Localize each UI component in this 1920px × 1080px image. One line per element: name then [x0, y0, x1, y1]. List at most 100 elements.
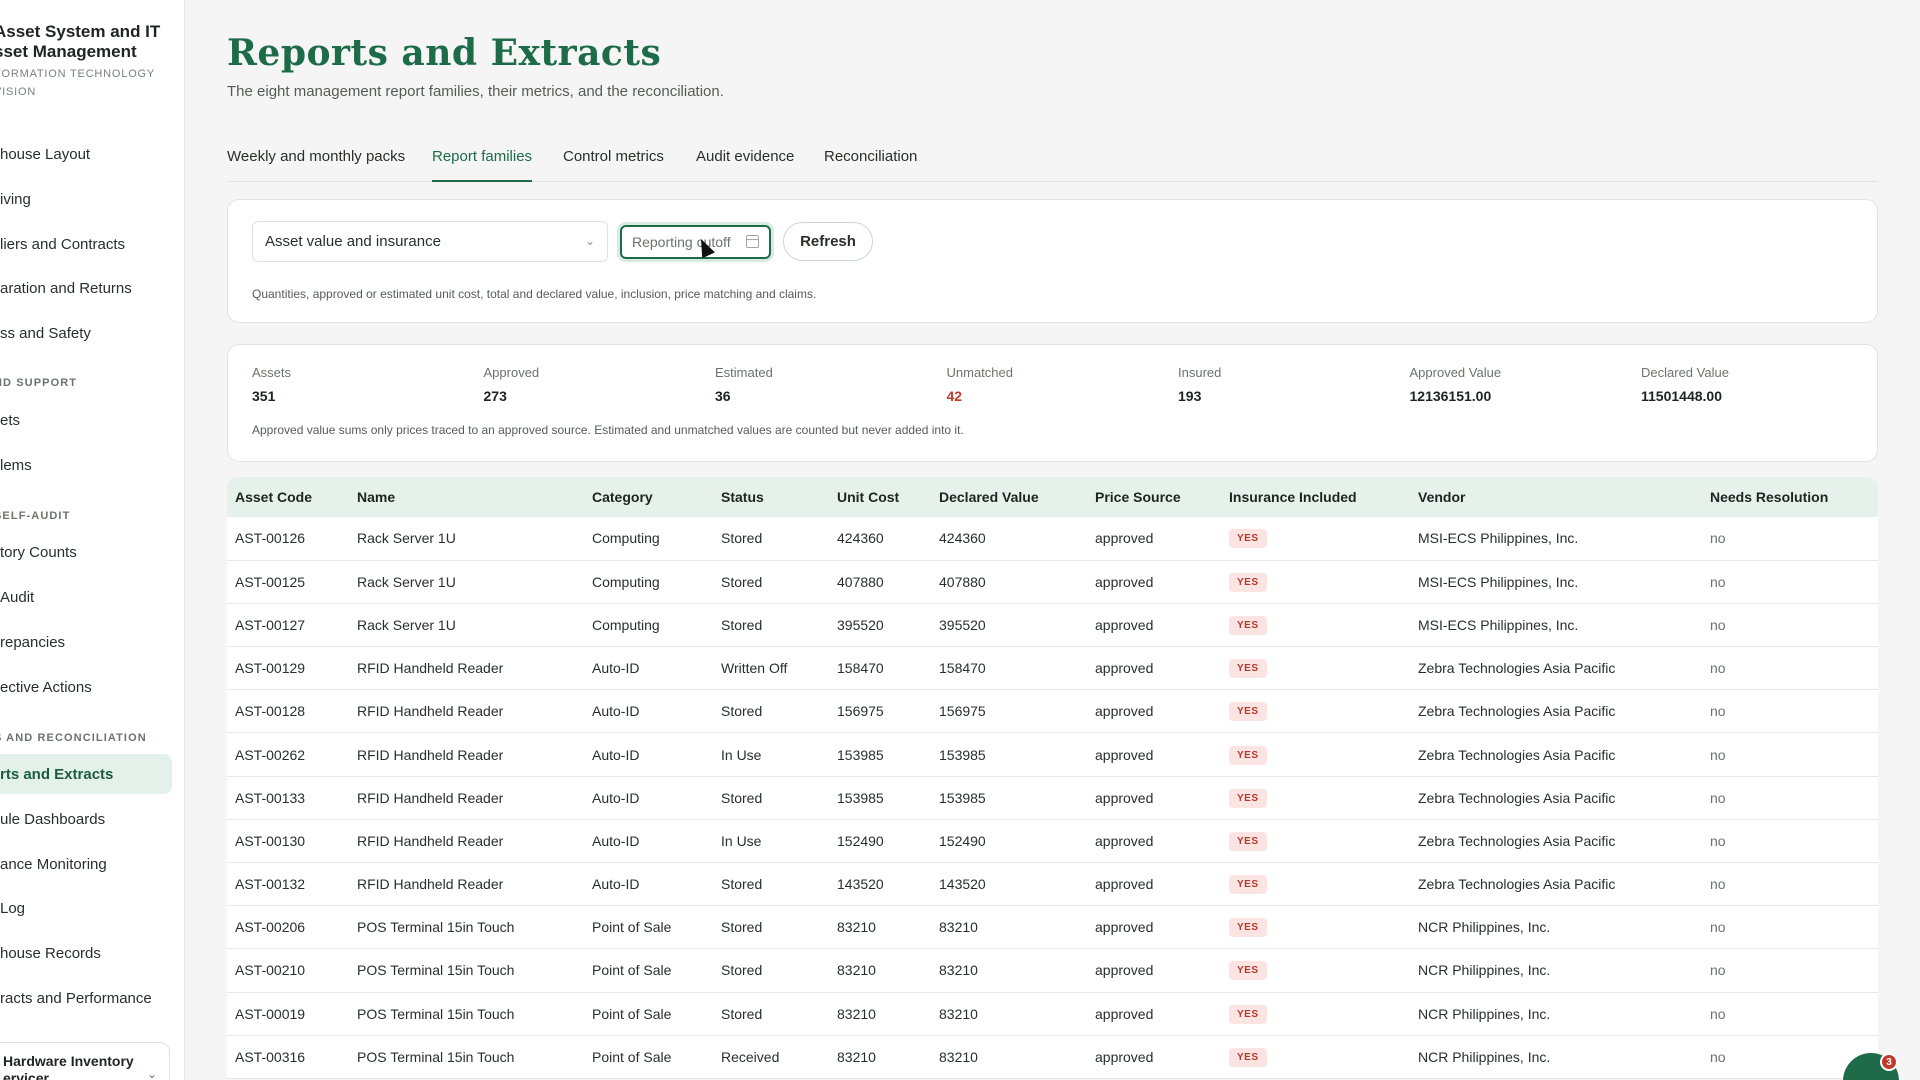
column-header[interactable]: Name: [349, 477, 584, 517]
table-cell: 152490: [837, 832, 884, 849]
table-cell: AST-00127: [235, 616, 306, 633]
metric-label: Assets: [252, 365, 292, 380]
table-cell: YES: [1221, 819, 1410, 862]
calendar-icon[interactable]: [746, 235, 759, 248]
metrics-card: Approved value sums only prices traced t…: [227, 344, 1878, 462]
table-cell: 83210: [939, 962, 978, 979]
report-family-description: Quantities, approved or estimated unit c…: [252, 287, 817, 301]
table-cell: 143520: [837, 876, 884, 893]
sidebar-item[interactable]: racts and Performance: [0, 978, 172, 1018]
sidebar-item[interactable]: ets: [0, 400, 172, 440]
chevron-down-icon: ⌄: [584, 234, 595, 248]
table-row[interactable]: AST-00127 Rack Server 1U Computing Stored 39…: [227, 603, 1878, 647]
column-header[interactable]: Insurance Included: [1221, 477, 1410, 517]
table-cell: AST-00125: [235, 573, 306, 590]
insurance-badge: YES: [1229, 875, 1267, 895]
table-cell: Stored: [721, 789, 763, 806]
table-cell: YES: [1221, 647, 1410, 690]
table-cell: Zebra Technologies Asia Pacific: [1418, 746, 1616, 763]
brand-subtitle-line2: VISION: [0, 86, 37, 98]
table-cell: Point of Sale: [592, 919, 672, 936]
table-cell: 83210: [939, 919, 978, 936]
tab-audit-evidence[interactable]: Audit evidence: [696, 148, 794, 182]
sidebar-item[interactable]: lems: [0, 445, 172, 485]
table-cell: YES: [1221, 863, 1410, 906]
insurance-badge: YES: [1229, 918, 1267, 938]
table-cell: 156975: [939, 703, 986, 720]
table-cell: Received: [721, 1048, 780, 1065]
column-header[interactable]: Vendor: [1410, 477, 1702, 517]
sidebar-item-label: aration and Returns: [0, 279, 132, 297]
sidebar-item[interactable]: repancies: [0, 622, 172, 662]
sidebar-item[interactable]: ss and Safety: [0, 313, 172, 353]
table-row[interactable]: AST-00132 RFID Handheld Reader Auto-ID Stor…: [227, 863, 1878, 906]
page-subtitle: The eight management report families, th…: [227, 83, 724, 100]
sidebar-item-label: iving: [0, 190, 31, 208]
table-cell: approved: [1095, 746, 1154, 763]
table-cell: no: [1710, 660, 1726, 677]
table-cell: Point of Sale: [592, 1005, 672, 1022]
refresh-button[interactable]: Refresh: [783, 222, 873, 261]
tab-control-metrics[interactable]: Control metrics: [563, 148, 664, 182]
sidebar-item[interactable]: ance Monitoring: [0, 844, 172, 884]
table-cell: AST-00126: [235, 530, 306, 547]
table-cell: Stored: [721, 573, 763, 590]
sidebar-item[interactable]: rts and Extracts: [0, 754, 172, 794]
sidebar-item[interactable]: aration and Returns: [0, 268, 172, 308]
table-row[interactable]: AST-00262 RFID Handheld Reader Auto-ID In U…: [227, 733, 1878, 777]
table-row[interactable]: AST-00125 Rack Server 1U Computing Stored 40…: [227, 560, 1878, 604]
column-header[interactable]: Price Source: [1087, 477, 1221, 517]
table-row[interactable]: AST-00129 RFID Handheld Reader Auto-ID Writ…: [227, 647, 1878, 690]
table-cell: Point of Sale: [592, 1048, 672, 1065]
column-header[interactable]: Status: [713, 477, 829, 517]
table-row[interactable]: AST-00126 Rack Server 1U Computing Stored 42…: [227, 517, 1878, 561]
tab-report-families[interactable]: Report families: [432, 148, 533, 182]
table-cell: YES: [1221, 690, 1410, 733]
table-cell: no: [1710, 876, 1726, 893]
table-cell: AST-00206: [235, 919, 306, 936]
sidebar-item[interactable]: ule Dashboards: [0, 799, 172, 839]
column-header[interactable]: Needs Resolution: [1702, 477, 1878, 517]
column-header[interactable]: Declared Value: [931, 477, 1087, 517]
sidebar-item[interactable]: iving: [0, 179, 172, 219]
table-cell: approved: [1095, 573, 1154, 590]
column-header[interactable]: Category: [584, 477, 713, 517]
table-cell: approved: [1095, 832, 1154, 849]
table-cell: YES: [1221, 560, 1410, 603]
table-cell: no: [1710, 703, 1726, 720]
sidebar-app-switcher[interactable]: Hardware Inventory ervicer ⌄: [0, 1042, 170, 1080]
table-row[interactable]: AST-00206 POS Terminal 15in Touch Point of…: [227, 906, 1878, 949]
tab-weekly-and-monthly-packs[interactable]: Weekly and monthly packs: [227, 148, 405, 182]
column-header[interactable]: Asset Code: [227, 477, 349, 517]
table-row[interactable]: AST-00133 RFID Handheld Reader Auto-ID Stor…: [227, 776, 1878, 820]
tab-reconciliation[interactable]: Reconciliation: [824, 148, 917, 182]
table-row[interactable]: AST-00130 RFID Handheld Reader Auto-ID In U…: [227, 819, 1878, 863]
table-cell: Point of Sale: [592, 962, 672, 979]
table-cell: YES: [1221, 949, 1410, 992]
table-row[interactable]: AST-00210 POS Terminal 15in Touch Point of…: [227, 949, 1878, 993]
table-cell: 407880: [939, 573, 986, 590]
table-cell: RFID Handheld Reader: [357, 746, 504, 763]
table-cell: In Use: [721, 832, 762, 849]
table-cell: approved: [1095, 876, 1154, 893]
table-cell: Written Off: [721, 660, 788, 677]
table-cell: YES: [1221, 733, 1410, 776]
table-row[interactable]: AST-00316 POS Terminal 15in Touch Point of…: [227, 1035, 1878, 1079]
column-header[interactable]: Unit Cost: [829, 477, 931, 517]
table-cell: YES: [1221, 1035, 1410, 1078]
sidebar-item[interactable]: house Records: [0, 933, 172, 973]
table-cell: Stored: [721, 616, 763, 633]
sidebar-item[interactable]: liers and Contracts: [0, 224, 172, 264]
sidebar-item[interactable]: Audit: [0, 577, 172, 617]
table-cell: Zebra Technologies Asia Pacific: [1418, 703, 1616, 720]
sidebar-item[interactable]: tory Counts: [0, 532, 172, 572]
table-cell: Zebra Technologies Asia Pacific: [1418, 832, 1616, 849]
table-row[interactable]: AST-00128 RFID Handheld Reader Auto-ID Stor…: [227, 690, 1878, 733]
sidebar-item[interactable]: Log: [0, 888, 172, 928]
report-family-select[interactable]: Asset value and insurance ⌄: [252, 221, 608, 262]
metric-label: Insured: [1178, 365, 1222, 380]
table-cell: Stored: [721, 962, 763, 979]
table-row[interactable]: AST-00019 POS Terminal 15in Touch Point of…: [227, 992, 1878, 1036]
sidebar-item[interactable]: ective Actions: [0, 667, 172, 707]
sidebar-item[interactable]: house Layout: [0, 134, 172, 174]
